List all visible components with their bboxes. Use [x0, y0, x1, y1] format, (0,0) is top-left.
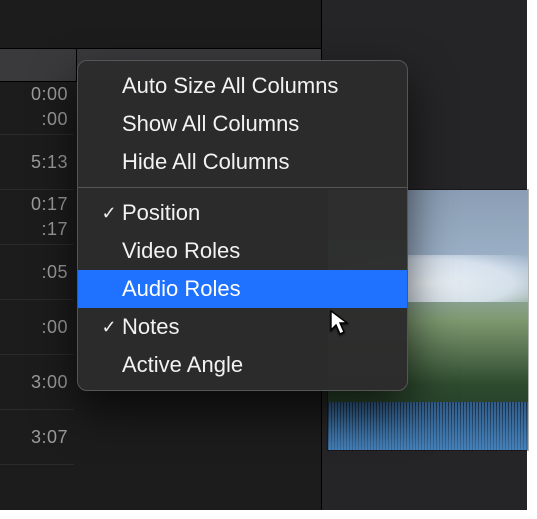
- menu-item-label: Audio Roles: [120, 276, 241, 302]
- menu-item-label: Active Angle: [120, 352, 243, 378]
- check-icon: ✓: [98, 204, 120, 222]
- menu-item-label: Position: [120, 200, 200, 226]
- table-row[interactable]: 0:17 :17: [0, 190, 74, 245]
- menu-item-label: Hide All Columns: [120, 149, 290, 175]
- table-row[interactable]: :00: [0, 300, 74, 355]
- timecode-value: 3:07: [31, 427, 68, 448]
- table-row[interactable]: 3:07: [0, 410, 74, 465]
- timecode-value: :17: [41, 219, 68, 240]
- menu-item-column-active-angle[interactable]: Active Angle: [78, 346, 407, 384]
- timecode-column: 0:00 :00 5:13 0:17 :17 :05 :00 3:00: [0, 80, 74, 465]
- menu-item-show-all-columns[interactable]: Show All Columns: [78, 105, 407, 143]
- table-row[interactable]: :05: [0, 245, 74, 300]
- menu-item-hide-all-columns[interactable]: Hide All Columns: [78, 143, 407, 181]
- menu-item-label: Notes: [120, 314, 179, 340]
- check-icon: ✓: [98, 318, 120, 336]
- menu-item-label: Video Roles: [120, 238, 240, 264]
- timecode-value: 0:00: [31, 84, 68, 105]
- menu-item-column-position[interactable]: ✓ Position: [78, 194, 407, 232]
- app-screenshot: 0:00 :00 5:13 0:17 :17 :05 :00 3:00: [0, 0, 537, 519]
- menu-item-column-notes[interactable]: ✓ Notes: [78, 308, 407, 346]
- timecode-value: :05: [41, 262, 68, 283]
- timecode-value: 3:00: [31, 372, 68, 393]
- table-row[interactable]: 3:00: [0, 355, 74, 410]
- menu-item-label: Show All Columns: [120, 111, 299, 137]
- timecode-value: :00: [41, 317, 68, 338]
- audio-waveform: [328, 402, 528, 450]
- timecode-value: 5:13: [31, 152, 68, 173]
- menu-separator: [78, 187, 407, 188]
- table-row[interactable]: 5:13: [0, 135, 74, 190]
- menu-item-auto-size-all-columns[interactable]: Auto Size All Columns: [78, 67, 407, 105]
- menu-item-column-audio-roles[interactable]: Audio Roles: [78, 270, 407, 308]
- table-row[interactable]: 0:00 :00: [0, 80, 74, 135]
- column-header-context-menu: Auto Size All Columns Show All Columns H…: [77, 60, 408, 391]
- timecode-value: 0:17: [31, 194, 68, 215]
- menu-item-column-video-roles[interactable]: Video Roles: [78, 232, 407, 270]
- timecode-value: :00: [41, 109, 68, 130]
- menu-item-label: Auto Size All Columns: [120, 73, 338, 99]
